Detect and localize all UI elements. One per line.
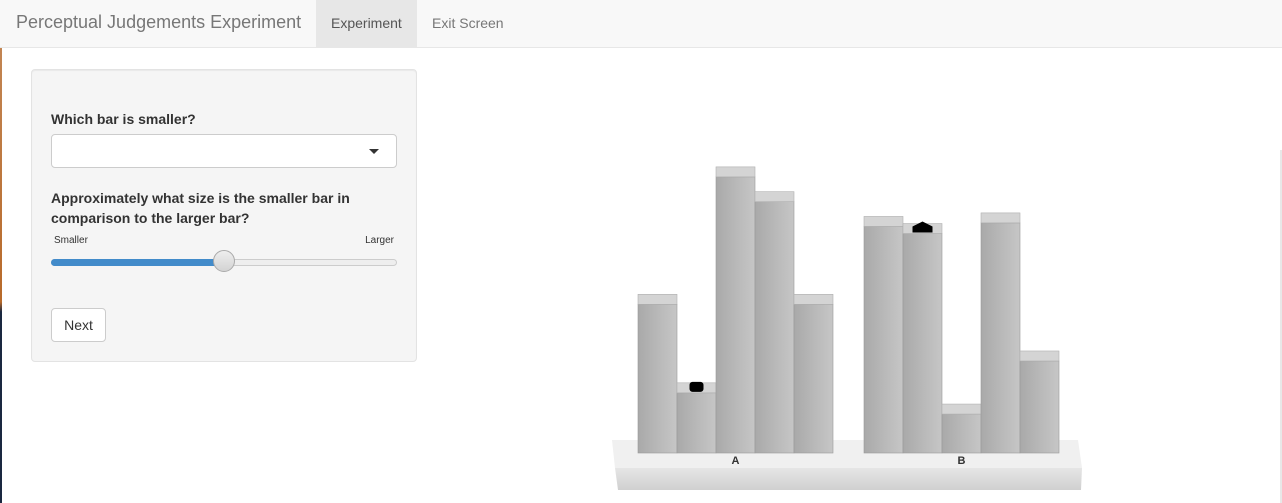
brand-title[interactable]: Perceptual Judgements Experiment bbox=[16, 0, 301, 47]
slider-min-label: Smaller bbox=[54, 235, 88, 246]
tab-experiment[interactable]: Experiment bbox=[316, 0, 417, 47]
bar bbox=[941, 403, 982, 454]
bar bbox=[902, 223, 943, 454]
marker-pentagon bbox=[912, 221, 933, 233]
bar-front bbox=[676, 392, 717, 454]
bar bbox=[637, 294, 678, 454]
question-panel: Which bar is smaller? Approximately what… bbox=[31, 69, 417, 362]
bar bbox=[676, 382, 717, 454]
bar-marker bbox=[912, 221, 933, 233]
bar-top bbox=[754, 191, 795, 202]
bar bbox=[793, 294, 834, 454]
bar-front bbox=[754, 201, 795, 454]
bar-front bbox=[863, 226, 904, 454]
group-label: B bbox=[958, 455, 966, 467]
bar-front bbox=[980, 222, 1021, 454]
bar-top bbox=[941, 403, 982, 415]
bar bbox=[754, 191, 795, 454]
tab-exit-screen[interactable]: Exit Screen bbox=[417, 0, 520, 47]
page: Perceptual Judgements Experiment Experim… bbox=[0, 0, 1282, 503]
window-edge bbox=[0, 0, 2, 503]
smaller-bar-select[interactable] bbox=[51, 134, 397, 168]
slider-max-label: Larger bbox=[365, 235, 394, 246]
bar-front bbox=[1019, 360, 1060, 454]
marker-cylinder bbox=[689, 381, 704, 392]
bar-marker bbox=[689, 381, 704, 392]
smaller-bar-question: Which bar is smaller? bbox=[51, 111, 196, 127]
navbar: Perceptual Judgements Experiment Experim… bbox=[0, 0, 1282, 48]
bar-front bbox=[902, 233, 943, 454]
bar bbox=[715, 166, 756, 454]
bar-top bbox=[863, 216, 904, 227]
bar-chart-3d: AB bbox=[612, 166, 1082, 490]
bar-front bbox=[637, 304, 678, 454]
bar bbox=[980, 212, 1021, 454]
caret-down-icon bbox=[369, 149, 379, 154]
size-slider-fill bbox=[51, 259, 224, 266]
bar-top bbox=[1019, 350, 1060, 362]
bar-front bbox=[793, 304, 834, 454]
bar-top bbox=[637, 294, 678, 305]
bar-top bbox=[793, 294, 834, 305]
bar bbox=[1019, 350, 1060, 454]
base-front bbox=[615, 468, 1082, 490]
bars bbox=[637, 166, 1060, 454]
size-slider-handle[interactable] bbox=[213, 250, 235, 272]
bar-top bbox=[980, 212, 1021, 224]
size-ratio-question: Approximately what size is the smaller b… bbox=[51, 190, 350, 226]
next-button[interactable]: Next bbox=[51, 308, 106, 342]
bar bbox=[863, 216, 904, 454]
bar-front bbox=[715, 176, 756, 454]
bar-front bbox=[941, 413, 982, 454]
group-label: A bbox=[732, 455, 740, 467]
bar-top bbox=[715, 166, 756, 178]
